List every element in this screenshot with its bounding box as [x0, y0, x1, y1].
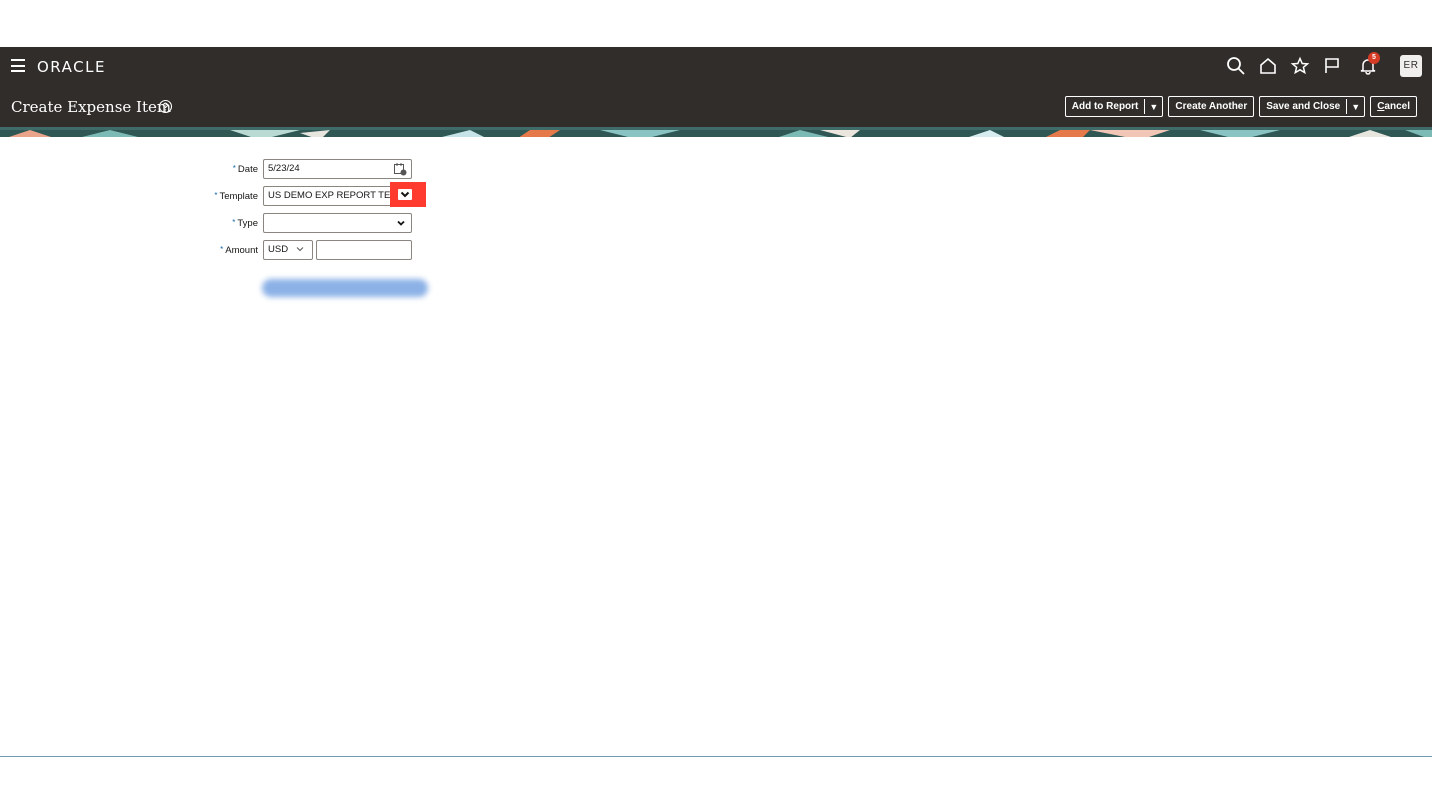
create-another-button[interactable]: Create Another — [1168, 96, 1255, 117]
flag-icon[interactable] — [1322, 56, 1342, 76]
type-select[interactable] — [263, 213, 412, 233]
type-label: * Type — [232, 218, 258, 229]
blurred-content — [262, 279, 428, 297]
page-header: Create Expense Item Add to Report ▼ Crea… — [0, 86, 1432, 127]
date-input[interactable]: 5/23/24 — [263, 159, 412, 179]
date-row: * Date 5/23/24 — [0, 159, 500, 181]
global-header: ORACLE 5 ER — [0, 47, 1432, 86]
home-icon[interactable] — [1258, 56, 1278, 76]
favorites-star-icon[interactable] — [1290, 56, 1310, 76]
amount-row: * Amount USD — [0, 240, 500, 262]
decorative-banner — [0, 127, 1432, 137]
oracle-logo[interactable]: ORACLE — [37, 58, 106, 76]
add-to-report-dropdown-icon[interactable]: ▼ — [1144, 99, 1162, 114]
date-label: * Date — [232, 164, 258, 175]
save-and-close-button[interactable]: Save and Close ▼ — [1259, 96, 1366, 117]
help-icon[interactable] — [158, 99, 173, 114]
template-dropdown-button-highlight[interactable] — [390, 182, 426, 207]
notifications-bell-icon[interactable]: 5 — [1358, 52, 1380, 76]
calendar-icon[interactable] — [393, 162, 407, 176]
chevron-down-icon — [396, 217, 406, 235]
add-to-report-button[interactable]: Add to Report ▼ — [1064, 96, 1164, 117]
type-row: * Type — [0, 213, 500, 235]
chevron-down-icon — [295, 243, 305, 261]
save-and-close-dropdown-icon[interactable]: ▼ — [1346, 99, 1364, 114]
template-dropdown-icon[interactable] — [398, 189, 412, 200]
menu-icon[interactable] — [11, 59, 25, 72]
amount-label: * Amount — [220, 245, 258, 256]
search-icon[interactable] — [1226, 56, 1246, 76]
template-label: * Template — [214, 191, 258, 202]
cancel-button[interactable]: Cancel — [1370, 96, 1417, 117]
page-title: Create Expense Item — [11, 98, 172, 116]
amount-input[interactable] — [316, 240, 412, 260]
notification-badge: 5 — [1368, 52, 1380, 64]
currency-select[interactable]: USD — [263, 240, 313, 260]
footer-divider — [0, 756, 1432, 757]
top-margin — [0, 0, 1432, 47]
user-avatar[interactable]: ER — [1400, 55, 1422, 77]
